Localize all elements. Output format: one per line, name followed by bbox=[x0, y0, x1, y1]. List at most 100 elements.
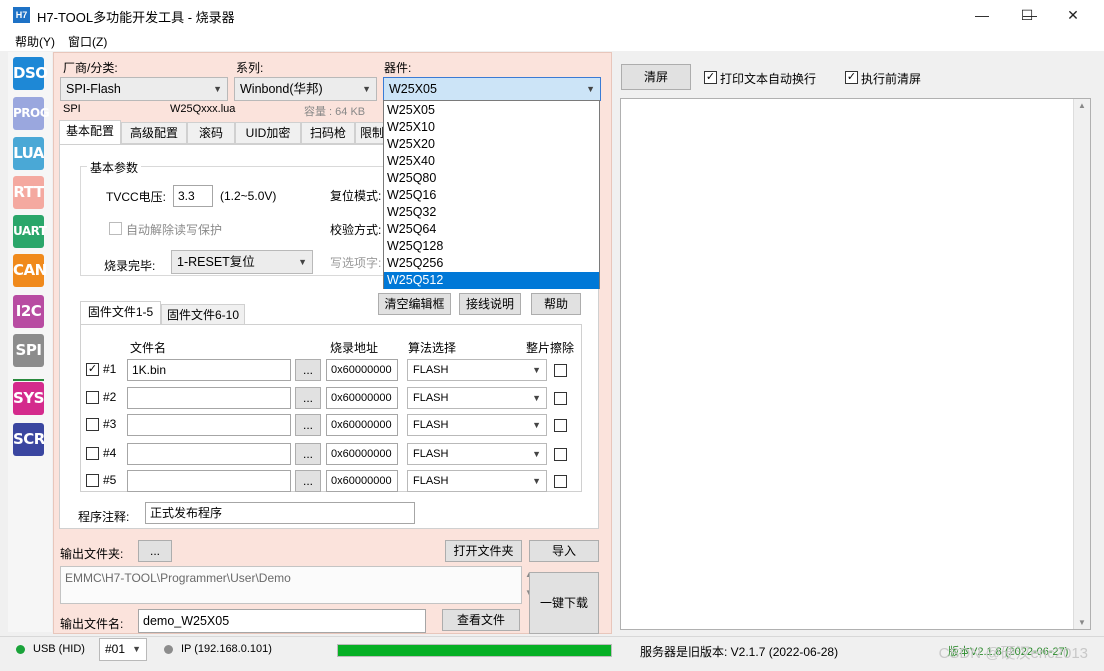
note-label: 程序注释: bbox=[78, 510, 130, 524]
note-input[interactable]: 正式发布程序 bbox=[145, 502, 415, 524]
tvcc-input[interactable]: 3.3 bbox=[173, 185, 213, 207]
chip-option[interactable]: W25Q128 bbox=[384, 238, 599, 255]
sidebar-button-i2c[interactable]: I2C bbox=[13, 295, 44, 328]
row-enable-checkbox[interactable] bbox=[86, 447, 99, 460]
row-chip-erase-checkbox[interactable] bbox=[554, 419, 567, 432]
sidebar-button-spi[interactable]: SPI bbox=[13, 334, 44, 367]
row-enable-checkbox[interactable]: ✓ bbox=[86, 363, 99, 376]
view-file-button[interactable]: 查看文件 bbox=[442, 609, 520, 631]
window-title: H7-TOOL多功能开发工具 - 烧录器 bbox=[37, 10, 235, 25]
output-folder-browse[interactable]: ... bbox=[138, 540, 172, 562]
tab-uid-encrypt[interactable]: UID加密 bbox=[235, 122, 301, 144]
burn-done-label: 烧录完毕: bbox=[104, 259, 156, 273]
chip-dropdown-list[interactable]: W25X05 W25X10 W25X20 W25X40 W25Q80 W25Q16 W25Q… bbox=[383, 100, 600, 289]
import-button[interactable]: 导入 bbox=[529, 540, 599, 562]
row-chip-erase-checkbox[interactable] bbox=[554, 448, 567, 461]
minimize-button-2[interactable]: — bbox=[959, 0, 1005, 31]
wiring-button[interactable]: 接线说明 bbox=[459, 293, 521, 315]
sidebar-button-lua[interactable]: LUA bbox=[13, 137, 44, 170]
chip-option[interactable]: W25Q512 bbox=[384, 272, 599, 289]
chip-option[interactable]: W25X10 bbox=[384, 119, 599, 136]
chip-option[interactable]: W25Q16 bbox=[384, 187, 599, 204]
vendor-select[interactable]: SPI-Flash ▼ bbox=[60, 77, 228, 101]
row-browse-button[interactable]: ... bbox=[295, 443, 321, 465]
row-enable-checkbox[interactable] bbox=[86, 418, 99, 431]
chevron-down-icon: ▼ bbox=[532, 420, 541, 430]
chip-option[interactable]: W25Q32 bbox=[384, 204, 599, 221]
series-label: 系列: bbox=[236, 61, 264, 75]
sidebar-button-can[interactable]: CAN bbox=[13, 254, 47, 287]
tab-rolling-code[interactable]: 滚码 bbox=[187, 122, 235, 144]
device-number-value: #01 bbox=[105, 642, 126, 656]
row-browse-button[interactable]: ... bbox=[295, 414, 321, 436]
help-button[interactable]: 帮助 bbox=[531, 293, 581, 315]
menu-help[interactable]: 帮助(Y) bbox=[15, 33, 55, 50]
row-algorithm-select[interactable]: FLASH ▼ bbox=[407, 470, 547, 492]
row-enable-checkbox[interactable] bbox=[86, 474, 99, 487]
auto-wrap-checkbox[interactable]: ✓ bbox=[704, 71, 717, 84]
row-browse-button[interactable]: ... bbox=[295, 359, 321, 381]
write-option-label: 写选项字: bbox=[330, 256, 382, 270]
row-filename-input[interactable] bbox=[127, 470, 291, 492]
row-filename-input[interactable] bbox=[127, 443, 291, 465]
burn-done-value: 1-RESET复位 bbox=[177, 255, 255, 269]
row-chip-erase-checkbox[interactable] bbox=[554, 392, 567, 405]
chip-option[interactable]: W25Q80 bbox=[384, 170, 599, 187]
sidebar-button-rtt[interactable]: RTT bbox=[13, 176, 44, 209]
clear-before-checkbox[interactable]: ✓ bbox=[845, 71, 858, 84]
row-enable-checkbox[interactable] bbox=[86, 391, 99, 404]
series-select[interactable]: Winbond(华邦) ▼ bbox=[234, 77, 377, 101]
clear-editor-button[interactable]: 清空编辑框 bbox=[378, 293, 451, 315]
log-scrollbar[interactable]: ▲ ▼ bbox=[1073, 99, 1090, 629]
row-browse-button[interactable]: ... bbox=[295, 387, 321, 409]
row-address-input[interactable]: 0x60000000 bbox=[326, 414, 398, 436]
tab-scanner[interactable]: 扫码枪 bbox=[301, 122, 355, 144]
chip-option[interactable]: W25X05 bbox=[384, 102, 599, 119]
chip-select[interactable]: W25X05 ▼ bbox=[383, 77, 601, 101]
chip-option[interactable]: W25X40 bbox=[384, 153, 599, 170]
chip-option[interactable]: W25X20 bbox=[384, 136, 599, 153]
row-filename-input[interactable] bbox=[127, 387, 291, 409]
row-address-input[interactable]: 0x60000000 bbox=[326, 359, 398, 381]
row-label: #3 bbox=[103, 417, 117, 431]
sidebar-button-scr[interactable]: SCR bbox=[13, 423, 45, 456]
row-address-input[interactable]: 0x60000000 bbox=[326, 443, 398, 465]
row-chip-erase-checkbox[interactable] bbox=[554, 364, 567, 377]
output-filename-input[interactable]: demo_W25X05 bbox=[138, 609, 426, 633]
tab-firmware-1-5[interactable]: 固件文件1-5 bbox=[80, 301, 161, 324]
row-filename-input[interactable]: 1K.bin bbox=[127, 359, 291, 381]
one-click-download-button[interactable]: 一键下载 bbox=[529, 572, 599, 634]
sidebar-button-uart[interactable]: UART bbox=[13, 215, 47, 248]
tab-firmware-6-10[interactable]: 固件文件6-10 bbox=[161, 304, 245, 325]
scroll-down-icon[interactable]: ▼ bbox=[1074, 618, 1090, 627]
row-chip-erase-checkbox[interactable] bbox=[554, 475, 567, 488]
close-button[interactable]: ✕ bbox=[1050, 0, 1096, 31]
auto-unlock-checkbox[interactable] bbox=[109, 222, 122, 235]
device-number-select[interactable]: #01 ▼ bbox=[99, 638, 147, 661]
chip-option[interactable]: W25Q64 bbox=[384, 221, 599, 238]
sidebar-button-prog[interactable]: PROG bbox=[13, 97, 50, 130]
row-algorithm-select[interactable]: FLASH ▼ bbox=[407, 359, 547, 381]
tvcc-label: TVCC电压: bbox=[106, 190, 167, 204]
clear-screen-button[interactable]: 清屏 bbox=[621, 64, 691, 90]
tab-basic[interactable]: 基本配置 bbox=[59, 120, 121, 144]
menu-window[interactable]: 窗口(Z) bbox=[68, 33, 107, 50]
sidebar-button-sys[interactable]: SYS bbox=[13, 382, 44, 415]
row-address-input[interactable]: 0x60000000 bbox=[326, 387, 398, 409]
burn-done-select[interactable]: 1-RESET复位 ▼ bbox=[171, 250, 313, 274]
row-browse-button[interactable]: ... bbox=[295, 470, 321, 492]
row-algorithm-select[interactable]: FLASH ▼ bbox=[407, 387, 547, 409]
row-filename-input[interactable] bbox=[127, 414, 291, 436]
row-algorithm-value: FLASH bbox=[413, 364, 449, 376]
log-textbox[interactable]: ▲ ▼ bbox=[620, 98, 1091, 630]
sidebar-button-dso[interactable]: DSO bbox=[13, 57, 48, 90]
row-address-input[interactable]: 0x60000000 bbox=[326, 470, 398, 492]
maximize-button[interactable]: ☐ bbox=[1004, 0, 1050, 31]
tab-advanced[interactable]: 高级配置 bbox=[121, 122, 187, 144]
output-path: EMMC\H7-TOOL\Programmer\User\Demo bbox=[60, 566, 522, 604]
row-algorithm-select[interactable]: FLASH ▼ bbox=[407, 414, 547, 436]
row-algorithm-select[interactable]: FLASH ▼ bbox=[407, 443, 547, 465]
chip-option[interactable]: W25Q256 bbox=[384, 255, 599, 272]
scroll-up-icon[interactable]: ▲ bbox=[1074, 101, 1090, 110]
open-folder-button[interactable]: 打开文件夹 bbox=[445, 540, 522, 562]
